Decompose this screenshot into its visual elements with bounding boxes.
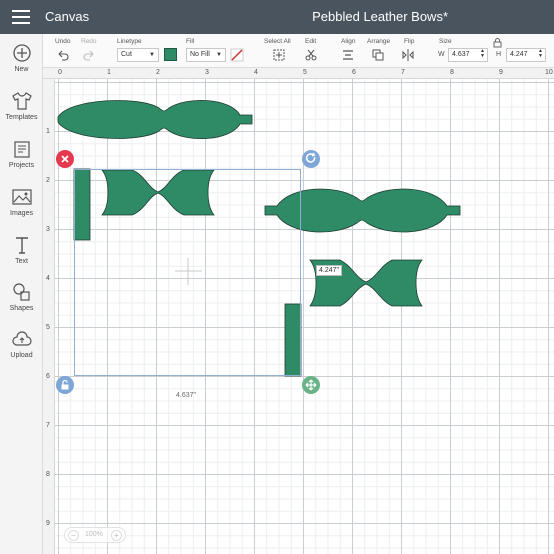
zoom-value: 100%: [85, 531, 103, 538]
lock-handle-icon[interactable]: [56, 376, 74, 394]
app-window: Canvas Pebbled Leather Bows* New Templat…: [0, 0, 554, 554]
resize-handle-icon[interactable]: [302, 376, 320, 394]
zoom-in-button[interactable]: +: [111, 530, 122, 541]
width-dimension-label: 4.637": [176, 392, 197, 399]
selection-box[interactable]: [74, 169, 301, 376]
delete-handle-icon[interactable]: [56, 150, 74, 168]
zoom-out-button[interactable]: −: [68, 530, 79, 541]
bow-long-top[interactable]: [57, 99, 253, 140]
rotate-handle-icon[interactable]: [302, 150, 320, 168]
height-dimension-label: 4.247": [316, 265, 343, 276]
zoom-control: − 100% +: [64, 527, 126, 543]
